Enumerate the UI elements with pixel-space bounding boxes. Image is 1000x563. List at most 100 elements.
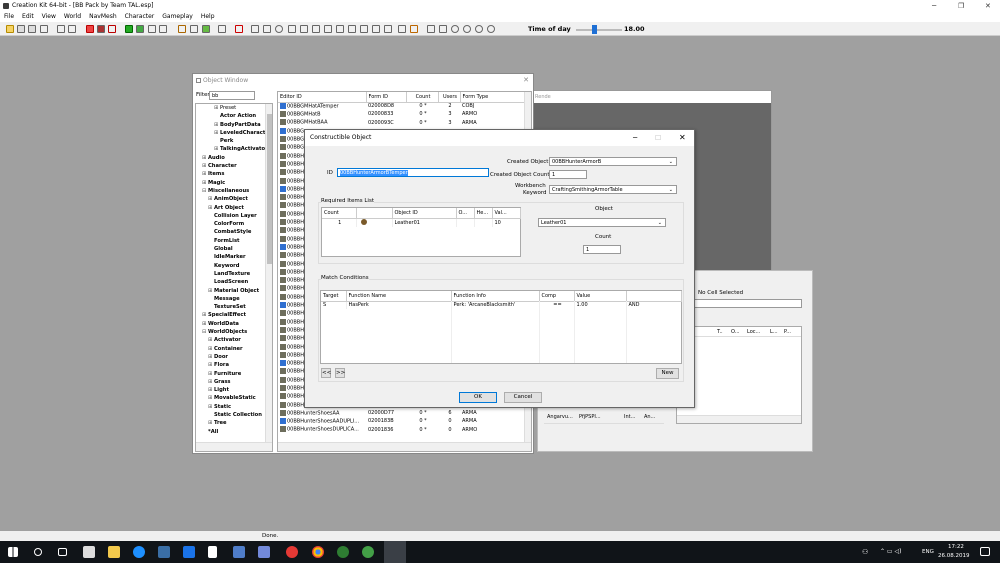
minimize-icon[interactable]: ─ [932, 0, 936, 12]
save-icon[interactable] [17, 25, 25, 33]
cond-col-comp[interactable]: Comp [539, 291, 575, 302]
tray-icons[interactable]: ⌃ ▭ ◁) [880, 548, 901, 555]
tree-item[interactable]: ⊞ Activator [196, 336, 266, 344]
workbench-keyword-dropdown[interactable]: CraftingSmithingArmorTable ⌄ [549, 185, 677, 194]
store-icon[interactable] [83, 546, 95, 558]
task-view-icon[interactable] [58, 548, 67, 556]
open-icon[interactable] [28, 25, 36, 33]
snap-ref-icon[interactable] [275, 25, 283, 33]
tree-item[interactable]: ⊞ Items [196, 170, 266, 178]
tree-item[interactable]: ⊞ TalkingActivator [196, 145, 268, 153]
tree-item[interactable]: Perk [196, 137, 266, 145]
col-form-id[interactable]: Form ID [366, 92, 407, 103]
tree-vscroll[interactable] [265, 104, 272, 442]
tree-item[interactable]: ⊞ Door [196, 353, 266, 361]
lightbulb-icon[interactable] [178, 25, 186, 33]
cond-col-function[interactable]: Function Name [346, 291, 452, 302]
preferences-icon[interactable] [40, 25, 48, 33]
object-dropdown[interactable]: Leather01 ⌄ [538, 218, 666, 227]
tree-item[interactable]: LandTexture [196, 270, 266, 278]
cell-col-3[interactable]: Loc... [747, 327, 760, 337]
tree-item[interactable]: IdleMarker [196, 253, 266, 261]
req-col-count[interactable]: Count [322, 208, 357, 219]
created-count-input[interactable]: 1 [549, 170, 587, 179]
menu-character[interactable]: Character [121, 12, 159, 22]
sky-icon[interactable] [148, 25, 156, 33]
fullscreen-icon[interactable] [427, 25, 435, 33]
settings-icon[interactable] [487, 25, 495, 33]
tree-item[interactable]: TextureSet [196, 303, 266, 311]
table-row[interactable]: 00BBHunterShoesAA 02000D77 0 * 6 ARMA [278, 409, 526, 417]
tree-item[interactable]: ⊞ Character [196, 162, 266, 170]
tree-item[interactable]: *All [196, 428, 266, 436]
tree-item[interactable]: ⊞ Material Object [196, 287, 266, 295]
tree-item[interactable]: ⊞ LeveledCharacter [196, 129, 271, 137]
tree-item[interactable]: ColorForm [196, 220, 266, 228]
table-row[interactable]: 00BBGMHatATemper 020008D8 0 * 2 COBJ [278, 102, 526, 110]
snap-grid-icon[interactable] [251, 25, 259, 33]
actor-icon[interactable] [97, 25, 105, 33]
tree-item[interactable]: ⊞ Container [196, 345, 266, 353]
menu-file[interactable]: File [0, 12, 18, 22]
required-item-row[interactable]: 1 Leather01 10 [322, 218, 520, 227]
tree-item[interactable]: ⊞ Furniture [196, 370, 266, 378]
next-condition-button[interactable]: >> [335, 368, 345, 378]
menu-gameplay[interactable]: Gameplay [158, 12, 197, 22]
menu-view[interactable]: View [38, 12, 60, 22]
undo-icon[interactable] [57, 25, 65, 33]
table-row[interactable]: 00BBHunterShoesAADUPLI... 0200183B 0 * 0 ARM… [278, 417, 526, 425]
tree-item[interactable]: ⊞ Light [196, 386, 266, 394]
edge-icon[interactable] [133, 546, 145, 558]
grid-icon[interactable] [159, 25, 167, 33]
dialog-close-icon[interactable]: ✕ [679, 130, 686, 146]
tree-vscroll-thumb[interactable] [267, 114, 272, 264]
restore-icon[interactable]: ❐ [958, 0, 964, 12]
navmesh-icon[interactable] [125, 25, 133, 33]
bullet-icon[interactable] [218, 25, 226, 33]
paint-icon[interactable] [410, 25, 418, 33]
created-object-dropdown[interactable]: 00BBHunterArmorB ⌄ [549, 157, 677, 166]
tree-item[interactable]: ⊞ Static [196, 403, 266, 411]
clock-icon[interactable] [463, 25, 471, 33]
discord-icon[interactable] [258, 546, 270, 558]
brush-icon[interactable] [398, 25, 406, 33]
portal-icon[interactable] [336, 25, 344, 33]
table-row[interactable]: 00BBHunterShoesDUPLICA... 02001836 0 * 0 ARM… [278, 426, 526, 434]
cell-list-row[interactable]: Angarvu... PfjPSPI... Int... An... [544, 411, 664, 423]
linked-icon[interactable] [384, 25, 392, 33]
snap-angle-icon[interactable] [263, 25, 271, 33]
req-col-object[interactable]: Object ID [392, 208, 457, 219]
people-icon[interactable]: ⚇ [862, 548, 868, 556]
windows-start-icon[interactable] [8, 547, 18, 557]
req-col-val[interactable]: Val... [492, 208, 521, 219]
tree-item[interactable]: Actor Action [196, 112, 266, 120]
tree-item[interactable]: ⊞ Flora [196, 361, 266, 369]
target-icon[interactable] [475, 25, 483, 33]
cell-col-5[interactable]: P... [784, 327, 791, 337]
record-icon[interactable] [451, 25, 459, 33]
water-icon[interactable] [136, 25, 144, 33]
cell-list-hscroll[interactable] [544, 423, 664, 431]
collision-icon[interactable] [300, 25, 308, 33]
menu-navmesh[interactable]: NavMesh [85, 12, 121, 22]
tree-item[interactable]: Keyword [196, 262, 266, 270]
tree-item[interactable]: Collision Layer [196, 212, 266, 220]
filter-input[interactable]: bb [209, 91, 255, 100]
chrome-icon[interactable] [312, 546, 324, 558]
occlusion-icon[interactable] [324, 25, 332, 33]
tree-hscroll[interactable] [196, 442, 272, 451]
steam-app-icon[interactable] [183, 546, 195, 558]
cell-col-2[interactable]: O... [731, 327, 740, 337]
tree-item[interactable]: ⊞ MovableStatic [196, 394, 266, 402]
tree-item[interactable]: LoadScreen [196, 278, 266, 286]
landscape-icon[interactable] [202, 25, 210, 33]
count-input[interactable]: 1 [583, 245, 621, 254]
ok-button[interactable]: OK [459, 392, 497, 403]
crossed-icon[interactable] [372, 25, 380, 33]
tree-item[interactable]: ⊞ WorldData [196, 320, 266, 328]
tree-item[interactable]: Global [196, 245, 266, 253]
tree-item[interactable]: Static Collection [196, 411, 266, 419]
cond-col-info[interactable]: Function Info [451, 291, 540, 302]
light-icon[interactable] [108, 25, 116, 33]
document-icon[interactable] [208, 546, 217, 558]
